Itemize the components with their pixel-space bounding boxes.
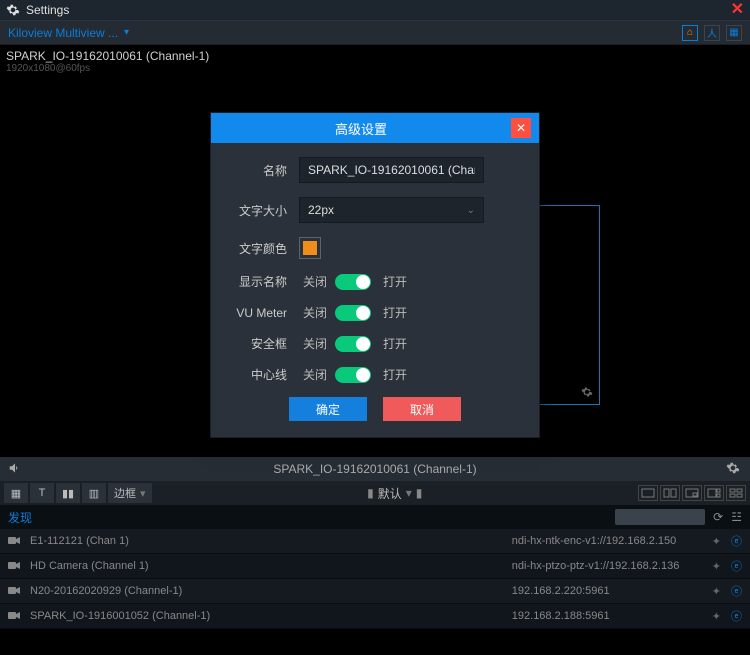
browser-icon[interactable]: ⓔ (731, 583, 742, 599)
video-resolution: 1920x1080@60fps (6, 63, 209, 74)
discover-label: 发现 (8, 509, 32, 526)
title-bar: Settings ✕ (0, 0, 750, 21)
refresh-icon[interactable]: ⟳ (713, 510, 723, 524)
text-icon[interactable]: T (30, 483, 54, 503)
discover-header: 发现 ⟳ ☳ (0, 505, 750, 529)
layout-1-icon[interactable] (638, 485, 658, 501)
layout-quad-icon[interactable]: ▦ (4, 483, 28, 503)
safe-frame-label: 安全框 (229, 335, 299, 352)
pin-icon[interactable]: ✦ (712, 610, 721, 623)
dialog-header: 高级设置 ✕ (211, 113, 539, 143)
camera-icon (8, 561, 22, 571)
status-bar: SPARK_IO-19162010061 (Channel-1) (0, 457, 750, 481)
toggle-on-label: 打开 (379, 366, 407, 383)
toggle-off-label: 关闭 (299, 335, 327, 352)
pin-icon[interactable]: ✦ (712, 560, 721, 573)
status-label: SPARK_IO-19162010061 (Channel-1) (24, 462, 726, 476)
device-name: HD Camera (Channel 1) (30, 560, 512, 572)
ok-button-label: 确定 (316, 401, 340, 418)
vu-meter-toggle[interactable] (335, 305, 371, 321)
safe-frame-toggle[interactable] (335, 336, 371, 352)
speaker-icon[interactable] (8, 461, 24, 477)
toggle-off-label: 关闭 (299, 273, 327, 290)
preset-label[interactable]: 默认 (378, 485, 402, 502)
device-name: SPARK_IO-1916001052 (Channel-1) (30, 610, 512, 622)
font-color-label: 文字颜色 (229, 240, 299, 257)
cancel-button[interactable]: 取消 (383, 397, 461, 421)
device-address: 192.168.2.220:5961 (512, 585, 702, 597)
device-row[interactable]: N20-20162020929 (Channel-1) 192.168.2.22… (0, 579, 750, 604)
camera-icon (8, 536, 22, 546)
user-icon[interactable]: 人 (704, 25, 720, 41)
tab-bar: Kiloview Multiview ... ▾ ⌂ 人 ▦ (0, 21, 750, 45)
grid-icon[interactable]: ▦ (726, 25, 742, 41)
device-address: 192.168.2.188:5961 (512, 610, 702, 622)
bars-icon[interactable]: ▮▮ (56, 483, 80, 503)
browser-icon[interactable]: ⓔ (731, 533, 742, 549)
vu-meter-label: VU Meter (229, 306, 299, 320)
gear-icon[interactable] (726, 461, 742, 477)
ok-button[interactable]: 确定 (289, 397, 367, 421)
border-label: 边框 (114, 485, 136, 501)
toggle-off-label: 关闭 (299, 366, 327, 383)
layout-4-icon[interactable] (704, 485, 724, 501)
gear-icon (6, 3, 20, 17)
tab-label[interactable]: Kiloview Multiview ... (8, 26, 118, 40)
close-icon[interactable]: ✕ (731, 2, 744, 18)
toggle-on-label: 打开 (379, 273, 407, 290)
dialog-title: 高级设置 (211, 119, 511, 138)
color-picker[interactable] (299, 237, 321, 259)
chevron-down-icon[interactable]: ▾ (124, 27, 129, 38)
color-swatch-inner (303, 241, 317, 255)
close-icon[interactable]: ✕ (511, 118, 531, 138)
font-size-select[interactable]: 22px ⌄ (299, 197, 484, 223)
cancel-button-label: 取消 (410, 401, 434, 418)
video-header: SPARK_IO-19162010061 (Channel-1) 1920x10… (6, 49, 209, 74)
toggle-on-label: 打开 (379, 304, 407, 321)
show-name-toggle[interactable] (335, 274, 371, 290)
chevron-down-icon[interactable]: ▾ (406, 486, 412, 500)
pin-icon[interactable]: ✦ (712, 585, 721, 598)
device-address: ndi-hx-ntk-enc-v1://192.168.2.150 (512, 535, 702, 547)
search-input[interactable] (615, 509, 705, 525)
center-line-toggle[interactable] (335, 367, 371, 383)
camera-icon (8, 586, 22, 596)
chart-icon[interactable]: ▥ (82, 483, 106, 503)
advanced-settings-dialog: 高级设置 ✕ 名称 文字大小 22px ⌄ 文字颜色 (210, 112, 540, 438)
browser-icon[interactable]: ⓔ (731, 558, 742, 574)
video-channel-name: SPARK_IO-19162010061 (Channel-1) (6, 49, 209, 63)
tool-bar: ▦ T ▮▮ ▥ 边框 ▾ ▮ 默认 ▾ ▮ (0, 481, 750, 505)
layout-3-icon[interactable] (682, 485, 702, 501)
camera-icon (8, 611, 22, 621)
device-row[interactable]: SPARK_IO-1916001052 (Channel-1) 192.168.… (0, 604, 750, 629)
device-name: N20-20162020929 (Channel-1) (30, 585, 512, 597)
show-name-label: 显示名称 (229, 273, 299, 290)
toggle-on-label: 打开 (379, 335, 407, 352)
device-name: E1-112121 (Chan 1) (30, 535, 512, 547)
browser-icon[interactable]: ⓔ (731, 608, 742, 624)
device-list: E1-112121 (Chan 1) ndi-hx-ntk-enc-v1://1… (0, 529, 750, 629)
settings-icon[interactable]: ☳ (731, 510, 742, 524)
layout-5-icon[interactable] (726, 485, 746, 501)
home-icon[interactable]: ⌂ (682, 25, 698, 41)
pin-icon[interactable]: ✦ (712, 535, 721, 548)
name-label: 名称 (229, 162, 299, 179)
font-size-value: 22px (308, 203, 334, 217)
name-input[interactable] (299, 157, 484, 183)
chevron-down-icon: ▾ (140, 487, 146, 500)
chevron-down-icon: ⌄ (467, 205, 475, 216)
device-address: ndi-hx-ptzo-ptz-v1://192.168.2.136 (512, 560, 702, 572)
window-title: Settings (26, 3, 69, 17)
border-toggle[interactable]: 边框 ▾ (108, 483, 152, 503)
device-row[interactable]: HD Camera (Channel 1) ndi-hx-ptzo-ptz-v1… (0, 554, 750, 579)
center-line-label: 中心线 (229, 366, 299, 383)
toggle-off-label: 关闭 (299, 304, 327, 321)
chevron-left-icon[interactable]: ▮ (367, 486, 374, 500)
font-size-label: 文字大小 (229, 202, 299, 219)
layout-2-icon[interactable] (660, 485, 680, 501)
gear-icon[interactable] (581, 386, 593, 398)
device-row[interactable]: E1-112121 (Chan 1) ndi-hx-ntk-enc-v1://1… (0, 529, 750, 554)
chevron-right-icon[interactable]: ▮ (416, 486, 423, 500)
